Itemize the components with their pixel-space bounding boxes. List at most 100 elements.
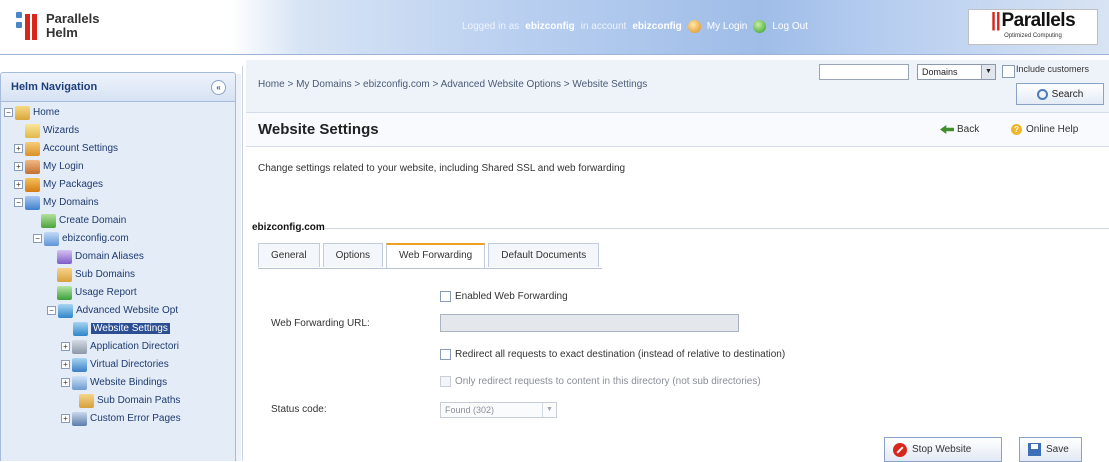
logo-text: Parallels Helm	[46, 12, 100, 40]
save-button[interactable]: Save	[1019, 437, 1082, 462]
nav-tree: − Home Wizards + Account Settings + My Logi…	[0, 102, 236, 461]
tab-options[interactable]: Options	[322, 243, 384, 267]
collapse-node-icon[interactable]: −	[14, 198, 23, 207]
brand-tagline: Optimized Computing	[1004, 33, 1062, 39]
enabled-web-forwarding-checkbox[interactable]	[440, 291, 451, 302]
logo-line1: Parallels	[46, 11, 100, 26]
sidebar-item-sub-domains[interactable]: Sub Domains	[57, 266, 135, 283]
sidebar-item-label: Account Settings	[43, 143, 119, 154]
search-scope-select[interactable]: Domains ▼	[917, 64, 996, 80]
sidebar-item-my-packages[interactable]: + My Packages	[14, 176, 103, 193]
stop-icon	[893, 442, 907, 457]
error-page-icon	[72, 411, 87, 426]
online-help-link[interactable]: ? Online Help	[1011, 124, 1078, 135]
expand-node-icon[interactable]: +	[61, 342, 70, 351]
collapse-node-icon[interactable]: −	[47, 306, 56, 315]
helm-logo[interactable]: Parallels Helm	[14, 10, 100, 42]
collapse-nav-icon[interactable]: «	[211, 80, 226, 95]
back-arrow-icon	[940, 125, 954, 134]
sidebar-item-label: My Packages	[43, 179, 104, 190]
wizard-icon	[25, 123, 40, 138]
breadcrumb[interactable]: Home > My Domains > ebizconfig.com > Adv…	[258, 79, 647, 90]
virtual-directory-icon	[72, 357, 87, 372]
logged-in-user[interactable]: ebizconfig	[525, 21, 574, 32]
sidebar-item-advanced-website-options[interactable]: − Advanced Website Opt	[47, 302, 178, 319]
sidebar-item-label: My Domains	[43, 197, 99, 208]
sidebar-item-home[interactable]: − Home	[4, 104, 60, 121]
tab-web-forwarding[interactable]: Web Forwarding	[386, 243, 486, 268]
nav-header: Helm Navigation «	[0, 72, 236, 102]
sidebar-item-label: My Login	[43, 161, 84, 172]
logo-line2: Helm	[46, 25, 78, 40]
chevron-down-icon[interactable]: ▼	[542, 403, 556, 417]
domain-heading: ebizconfig.com	[252, 222, 325, 233]
search-scope-value: Domains	[922, 67, 958, 77]
include-customers-label: Include customers	[1016, 64, 1090, 74]
redirect-directory-only-checkbox[interactable]	[440, 376, 451, 387]
sidebar-item-application-directories[interactable]: + Application Directori	[61, 338, 179, 355]
sidebar-item-sub-domain-paths[interactable]: Sub Domain Paths	[79, 392, 180, 409]
my-login-link[interactable]: My Login	[707, 21, 748, 32]
log-out-link[interactable]: Log Out	[772, 21, 808, 32]
online-help-label: Online Help	[1026, 124, 1079, 135]
account-name[interactable]: ebizconfig	[632, 21, 681, 32]
status-code-select[interactable]: Found (302) ▼	[440, 402, 557, 418]
log-out-icon[interactable]	[753, 20, 767, 33]
sidebar-item-label: Sub Domain Paths	[97, 395, 181, 406]
include-customers-checkbox[interactable]	[1002, 65, 1015, 78]
report-icon	[57, 285, 72, 300]
collapse-node-icon[interactable]: −	[4, 108, 13, 117]
sidebar-item-label: Home	[33, 107, 60, 118]
account-icon	[25, 141, 40, 156]
sidebar-item-website-settings[interactable]: Website Settings	[73, 320, 170, 337]
enabled-web-forwarding-label: Enabled Web Forwarding	[455, 291, 568, 302]
redirect-exact-destination-label: Redirect all requests to exact destinati…	[455, 349, 786, 360]
expand-node-icon[interactable]: +	[61, 378, 70, 387]
back-link[interactable]: Back	[940, 124, 979, 135]
sidebar-item-website-bindings[interactable]: + Website Bindings	[61, 374, 167, 391]
search-icon	[1036, 88, 1048, 100]
title-bar: Website Settings Back ? Online Help	[246, 113, 1109, 147]
sidebar-item-label: ebizconfig.com	[62, 233, 129, 244]
sidebar-scrollbar[interactable]	[236, 74, 241, 461]
redirect-exact-destination-checkbox[interactable]	[440, 349, 451, 360]
expand-node-icon[interactable]: +	[61, 414, 70, 423]
collapse-node-icon[interactable]: −	[33, 234, 42, 243]
sidebar-item-account-settings[interactable]: + Account Settings	[14, 140, 118, 157]
sidebar-item-create-domain[interactable]: Create Domain	[41, 212, 126, 229]
web-forwarding-url-field[interactable]	[440, 314, 739, 332]
stop-website-button[interactable]: Stop Website	[884, 437, 1002, 462]
expand-node-icon[interactable]: +	[14, 180, 23, 189]
expand-node-icon[interactable]: +	[14, 144, 23, 153]
user-bar: Logged in as ebizconfig in account ebizc…	[462, 20, 808, 33]
tab-general[interactable]: General	[258, 243, 320, 267]
login-icon	[25, 159, 40, 174]
search-button[interactable]: Search	[1016, 83, 1104, 105]
sidebar-item-label: Wizards	[43, 125, 80, 136]
tab-default-documents[interactable]: Default Documents	[488, 243, 600, 267]
sidebar-item-wizards[interactable]: Wizards	[25, 122, 79, 139]
stop-website-label: Stop Website	[912, 444, 972, 455]
chevron-down-icon[interactable]: ▼	[981, 65, 995, 79]
brand-name: Parallels	[1001, 10, 1076, 31]
search-input[interactable]	[819, 64, 909, 80]
logged-in-as-label: Logged in as	[462, 21, 520, 32]
sidebar-item-custom-error-pages[interactable]: + Custom Error Pages	[61, 410, 181, 427]
sidebar-item-label: Virtual Directories	[90, 359, 169, 370]
domain-icon	[44, 231, 59, 246]
sidebar-item-domain-aliases[interactable]: Domain Aliases	[57, 248, 144, 265]
sidebar-item-virtual-directories[interactable]: + Virtual Directories	[61, 356, 169, 373]
sidebar-item-label: Advanced Website Opt	[76, 305, 179, 316]
sidebar-item-usage-report[interactable]: Usage Report	[57, 284, 137, 301]
expand-node-icon[interactable]: +	[61, 360, 70, 369]
sidebar-item-ebizconfig[interactable]: − ebizconfig.com	[33, 230, 129, 247]
help-icon: ?	[1011, 124, 1022, 135]
advanced-options-icon	[58, 303, 73, 318]
my-login-icon[interactable]	[687, 20, 701, 33]
expand-node-icon[interactable]: +	[14, 162, 23, 171]
alias-icon	[57, 249, 72, 264]
sidebar-item-my-login[interactable]: + My Login	[14, 158, 84, 175]
sidebar-item-my-domains[interactable]: − My Domains	[14, 194, 99, 211]
nav-title: Helm Navigation	[11, 81, 98, 93]
web-forwarding-url-label: Web Forwarding URL:	[271, 318, 370, 329]
